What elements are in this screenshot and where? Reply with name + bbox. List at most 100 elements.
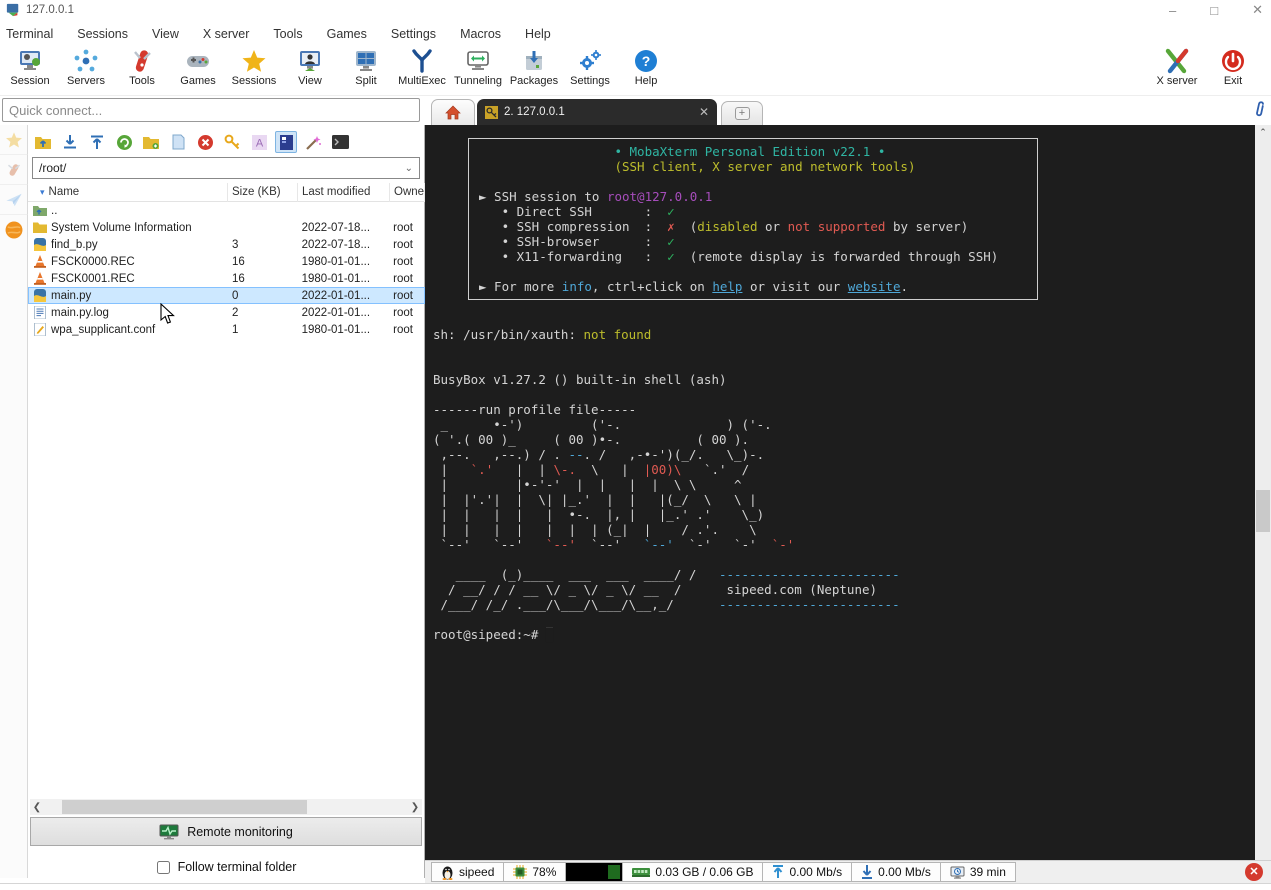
scrollbar-thumb[interactable] bbox=[62, 800, 307, 814]
panel-dock-button[interactable] bbox=[275, 131, 297, 153]
delete-button[interactable] bbox=[194, 131, 216, 153]
view-button[interactable]: View bbox=[282, 46, 338, 87]
scroll-left-icon[interactable]: ❮ bbox=[30, 802, 44, 813]
dock-sessions-tab[interactable] bbox=[0, 125, 28, 155]
cpu-chip-icon bbox=[513, 865, 527, 879]
download-arrow-icon bbox=[861, 865, 873, 879]
maximize-button[interactable]: □ bbox=[1210, 3, 1218, 18]
session-monitor-icon bbox=[17, 48, 43, 74]
swiss-knife-icon bbox=[129, 48, 155, 74]
menu-games[interactable]: Games bbox=[327, 27, 367, 41]
terminal-line bbox=[433, 342, 900, 357]
split-button[interactable]: Split bbox=[338, 46, 394, 87]
menu-settings[interactable]: Settings bbox=[391, 27, 436, 41]
games-button[interactable]: Games bbox=[170, 46, 226, 87]
menu-view[interactable]: View bbox=[152, 27, 179, 41]
file-row[interactable]: find_b.py 3 2022-07-18... root bbox=[28, 236, 425, 253]
help-icon: ? bbox=[633, 48, 659, 74]
new-file-button[interactable] bbox=[167, 131, 189, 153]
file-row-parent[interactable]: .. bbox=[28, 202, 425, 219]
cpu-graph-bar bbox=[608, 865, 620, 879]
settings-label: Settings bbox=[570, 75, 610, 87]
file-row[interactable]: FSCK0000.REC 16 1980-01-01... root bbox=[28, 253, 425, 270]
follow-terminal-checkbox[interactable] bbox=[157, 861, 170, 874]
horizontal-scrollbar[interactable]: ❮ ❯ bbox=[30, 799, 422, 815]
sessions-button[interactable]: Sessions bbox=[226, 46, 282, 87]
terminal-line: • Direct SSH : ✓ bbox=[479, 204, 1027, 219]
exit-button[interactable]: Exit bbox=[1205, 46, 1261, 87]
refresh-button[interactable] bbox=[113, 131, 135, 153]
log-file-icon bbox=[33, 306, 47, 319]
tab-home[interactable] bbox=[431, 99, 475, 125]
scrollbar-thumb[interactable] bbox=[1256, 490, 1270, 532]
close-monitoring-button[interactable]: ✕ bbox=[1245, 863, 1263, 881]
menu-macros[interactable]: Macros bbox=[460, 27, 501, 41]
terminal-output: sh: /usr/bin/xauth: not found BusyBox v1… bbox=[433, 327, 900, 642]
cpu-segment: 78% bbox=[503, 862, 566, 882]
new-folder-button[interactable] bbox=[140, 131, 162, 153]
terminal-scrollbar[interactable]: ⌃ bbox=[1255, 125, 1271, 860]
menu-sessions[interactable]: Sessions bbox=[77, 27, 128, 41]
dock-macros-tab[interactable] bbox=[0, 185, 28, 215]
session-label: Session bbox=[10, 75, 49, 87]
path-combobox[interactable]: /root/ ⌄ bbox=[32, 157, 420, 179]
settings-button[interactable]: Settings bbox=[562, 46, 618, 87]
terminal-area[interactable]: • MobaXterm Personal Edition v22.1 • (SS… bbox=[425, 125, 1271, 860]
dock-sftp-tab[interactable] bbox=[0, 215, 28, 245]
servers-button[interactable]: Servers bbox=[58, 46, 114, 87]
tools-button[interactable]: Tools bbox=[114, 46, 170, 87]
header-owner[interactable]: Owner bbox=[390, 183, 425, 202]
terminal-line: • X11-forwarding : ✓ (remote display is … bbox=[479, 249, 1027, 264]
tab-active-session[interactable]: 2. 127.0.0.1 ✕ bbox=[477, 99, 717, 125]
scroll-right-icon[interactable]: ❯ bbox=[408, 802, 422, 813]
wizard-button[interactable] bbox=[302, 131, 324, 153]
help-button[interactable]: ? Help bbox=[618, 46, 674, 87]
menu-terminal[interactable]: Terminal bbox=[6, 27, 53, 41]
font-a-icon: A bbox=[252, 135, 267, 150]
download-speed-segment: 0.00 Mb/s bbox=[851, 862, 941, 882]
x-server-button[interactable]: X server bbox=[1149, 46, 1205, 87]
session-button[interactable]: Session bbox=[2, 46, 58, 87]
file-row[interactable]: System Volume Information 2022-07-18... … bbox=[28, 219, 425, 236]
terminal-line: root@sipeed:~# █ bbox=[433, 627, 900, 642]
quick-connect-input[interactable] bbox=[2, 98, 420, 122]
download-button[interactable] bbox=[59, 131, 81, 153]
close-button[interactable]: ✕ bbox=[1252, 2, 1263, 18]
menu-help[interactable]: Help bbox=[525, 27, 551, 41]
tab-new[interactable]: + bbox=[721, 101, 763, 125]
header-modified[interactable]: Last modified bbox=[298, 183, 390, 202]
file-row[interactable]: wpa_supplicant.conf 1 1980-01-01... root bbox=[28, 321, 425, 338]
tab-close-icon[interactable]: ✕ bbox=[699, 105, 709, 119]
menu-tools[interactable]: Tools bbox=[273, 27, 302, 41]
packages-button[interactable]: Packages bbox=[506, 46, 562, 87]
up-folder-icon bbox=[34, 134, 52, 150]
python-file-icon bbox=[33, 289, 47, 302]
upload-button[interactable] bbox=[86, 131, 108, 153]
multiexec-button[interactable]: MultiExec bbox=[394, 46, 450, 87]
header-name[interactable]: ▾Name bbox=[28, 183, 228, 202]
x-server-label: X server bbox=[1157, 75, 1198, 87]
up-folder-icon bbox=[33, 204, 47, 217]
attachments-button[interactable] bbox=[1251, 100, 1267, 123]
packages-label: Packages bbox=[510, 75, 558, 87]
dock-tools-tab[interactable] bbox=[0, 155, 28, 185]
open-terminal-button[interactable] bbox=[329, 131, 351, 153]
x-server-icon bbox=[1164, 48, 1190, 74]
scroll-up-icon[interactable]: ⌃ bbox=[1255, 125, 1271, 139]
terminal-line bbox=[479, 264, 1027, 279]
terminal-line: ► For more info, ctrl+click on help or v… bbox=[479, 279, 1027, 294]
terminal-line: `--' `--' `--' `--' `--' `-' `-' `-' bbox=[433, 537, 900, 552]
encoding-button[interactable]: A bbox=[248, 131, 270, 153]
tunneling-button[interactable]: Tunneling bbox=[450, 46, 506, 87]
current-path: /root/ bbox=[39, 161, 66, 175]
file-row-selected[interactable]: main.py 0 2022-01-01... root bbox=[28, 287, 425, 304]
permissions-button[interactable] bbox=[221, 131, 243, 153]
terminal-line: | `.' | | \-. \ | |00)\ `.' / bbox=[433, 462, 900, 477]
go-parent-button[interactable] bbox=[32, 131, 54, 153]
minimize-button[interactable]: – bbox=[1169, 3, 1176, 18]
menu-x-server[interactable]: X server bbox=[203, 27, 250, 41]
file-row[interactable]: FSCK0001.REC 16 1980-01-01... root bbox=[28, 270, 425, 287]
file-row[interactable]: main.py.log 2 2022-01-01... root bbox=[28, 304, 425, 321]
header-size[interactable]: Size (KB) bbox=[228, 183, 298, 202]
remote-monitoring-button[interactable]: Remote monitoring bbox=[30, 817, 422, 846]
